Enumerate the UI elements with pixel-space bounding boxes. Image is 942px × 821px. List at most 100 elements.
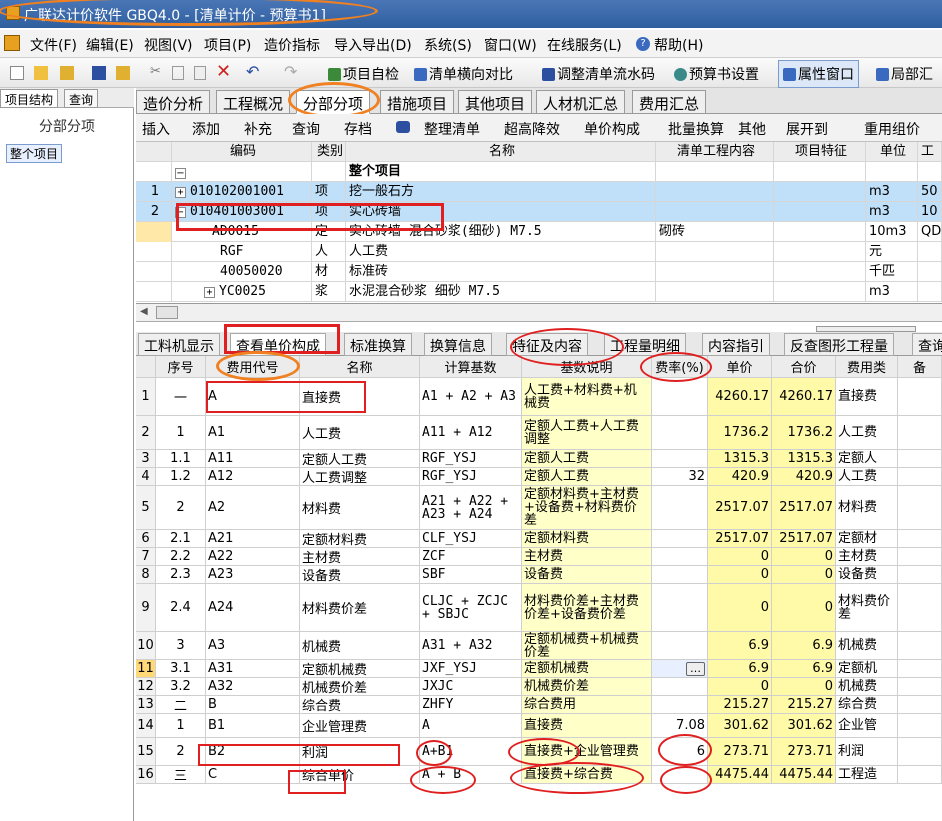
table-cell[interactable]: 215.27 — [772, 696, 836, 714]
table-cell[interactable]: 二 — [156, 696, 206, 714]
table-cell[interactable]: 主材费 — [522, 548, 652, 566]
table-cell[interactable]: A21 — [206, 530, 300, 548]
table-cell[interactable]: 定额机械费+机械费价差 — [522, 632, 652, 660]
table-cell[interactable]: 利润 — [836, 738, 898, 766]
table-cell[interactable]: 2.4 — [156, 584, 206, 632]
table-cell[interactable]: A11 + A12 — [420, 416, 522, 450]
table-cell[interactable] — [898, 548, 942, 566]
insert-button[interactable]: 插入 — [142, 119, 170, 139]
table-cell[interactable]: 机械费 — [836, 678, 898, 696]
table-cell[interactable]: JXJC — [420, 678, 522, 696]
budget-settings-button[interactable]: 预算书设置 — [674, 64, 759, 84]
table-cell[interactable]: 机械费 — [300, 632, 420, 660]
horizontal-scrollbar[interactable]: ◀ — [136, 304, 942, 322]
tab-standard-convert[interactable]: 标准换算 — [344, 333, 412, 356]
table-cell[interactable]: 综合费 — [300, 696, 420, 714]
table-cell[interactable] — [898, 566, 942, 584]
expand-icon[interactable]: + — [204, 287, 215, 298]
table-cell[interactable] — [652, 530, 708, 548]
supplement-button[interactable]: 补充 — [244, 119, 272, 139]
super-high-button[interactable]: 超高降效 — [504, 119, 560, 139]
table-cell[interactable]: A23 — [206, 566, 300, 584]
table-cell[interactable]: 4260.17 — [772, 378, 836, 416]
table-cell[interactable]: 1 — [156, 714, 206, 738]
save-all-icon[interactable] — [116, 66, 130, 80]
tab-project-structure[interactable]: 项目结构 — [0, 89, 59, 108]
menu-view[interactable]: 视图(V) — [144, 35, 193, 55]
folder-icon[interactable] — [60, 66, 74, 80]
table-cell[interactable]: A24 — [206, 584, 300, 632]
table-cell[interactable]: 设备费 — [522, 566, 652, 584]
table-cell[interactable]: 2517.07 — [772, 530, 836, 548]
table-cell[interactable]: ZHFY — [420, 696, 522, 714]
table-cell[interactable] — [898, 486, 942, 530]
table-cell[interactable]: 综合费用 — [522, 696, 652, 714]
table-cell[interactable]: 三 — [156, 766, 206, 784]
table-cell[interactable]: 定额材料费+主材费+设备费+材料费价差 — [522, 486, 652, 530]
unit-price-composition-button[interactable]: 单价构成 — [584, 119, 640, 139]
partial-summary-button[interactable]: 局部汇 — [876, 64, 933, 84]
table-cell[interactable]: 材料费价差+主材费价差+设备费价差 — [522, 584, 652, 632]
table-cell[interactable]: 0 — [708, 678, 772, 696]
adjust-serial-button[interactable]: 调整清单流水码 — [542, 64, 655, 84]
list-compare-button[interactable]: 清单横向对比 — [414, 64, 513, 84]
table-cell[interactable] — [652, 486, 708, 530]
table-cell[interactable]: A31 — [206, 660, 300, 678]
table-cell[interactable]: A12 — [206, 468, 300, 486]
table-cell[interactable]: SBF — [420, 566, 522, 584]
table-cell[interactable]: 人工费 — [836, 468, 898, 486]
table-cell[interactable]: 3 — [156, 632, 206, 660]
table-cell[interactable]: 一 — [156, 378, 206, 416]
table-cell[interactable]: 4475.44 — [708, 766, 772, 784]
batch-convert-button[interactable]: 批量换算 — [668, 119, 724, 139]
new-icon[interactable] — [10, 66, 24, 80]
table-cell[interactable]: 0 — [708, 566, 772, 584]
table-cell[interactable] — [652, 696, 708, 714]
table-cell[interactable]: 工程造 — [836, 766, 898, 784]
table-cell[interactable]: A21 + A22 + A23 + A24 — [420, 486, 522, 530]
table-cell[interactable]: 1315.3 — [772, 450, 836, 468]
table-cell[interactable]: 1.2 — [156, 468, 206, 486]
add-button[interactable]: 添加 — [192, 119, 220, 139]
table-cell[interactable]: 6.9 — [708, 660, 772, 678]
table-cell[interactable]: 2 — [156, 486, 206, 530]
menu-import-export[interactable]: 导入导出(D) — [334, 35, 412, 55]
table-cell[interactable]: 2.3 — [156, 566, 206, 584]
tab-query-bottom[interactable]: 查询 — [912, 333, 942, 356]
tab-labor-material[interactable]: 人材机汇总 — [536, 90, 626, 114]
table-cell[interactable]: 1315.3 — [708, 450, 772, 468]
table-cell[interactable]: 企业管理费 — [300, 714, 420, 738]
property-window-button[interactable]: 属性窗口 — [778, 60, 859, 88]
table-cell[interactable]: 2.2 — [156, 548, 206, 566]
menu-help[interactable]: 帮助(H) — [654, 35, 703, 55]
table-cell[interactable]: CLJC + ZCJC + SBJC — [420, 584, 522, 632]
open-icon[interactable] — [34, 66, 48, 80]
table-cell[interactable] — [898, 378, 942, 416]
table-cell[interactable]: 主材费 — [300, 548, 420, 566]
table-cell[interactable]: B1 — [206, 714, 300, 738]
organize-list-button[interactable]: 整理清单 — [424, 119, 480, 139]
tab-cost-summary[interactable]: 费用汇总 — [632, 90, 707, 114]
table-cell[interactable]: 420.9 — [708, 468, 772, 486]
table-cell[interactable]: 人工费 — [836, 416, 898, 450]
copy-icon[interactable] — [172, 66, 184, 80]
menu-cost-index[interactable]: 造价指标 — [264, 35, 320, 55]
archive-button[interactable]: 存档 — [344, 119, 372, 139]
table-cell[interactable]: 设备费 — [836, 566, 898, 584]
table-cell[interactable]: 3.1 — [156, 660, 206, 678]
table-cell[interactable] — [898, 468, 942, 486]
table-cell[interactable] — [898, 450, 942, 468]
table-cell[interactable]: 材料费 — [300, 486, 420, 530]
scroll-left-icon[interactable]: ◀ — [140, 306, 148, 317]
table-cell[interactable] — [898, 416, 942, 450]
table-cell[interactable]: 机械费 — [836, 632, 898, 660]
table-row[interactable]: − 整个项目 — [136, 162, 942, 182]
table-cell[interactable]: 材料费价差 — [836, 584, 898, 632]
table-cell[interactable] — [652, 450, 708, 468]
table-cell[interactable]: 定额机 — [836, 660, 898, 678]
table-row[interactable]: 1 +010102001001 项 挖一般石方 m3 50 — [136, 182, 942, 202]
table-cell[interactable]: 材料费价差 — [300, 584, 420, 632]
table-cell[interactable] — [652, 378, 708, 416]
table-cell[interactable]: … — [652, 660, 708, 678]
table-cell[interactable]: 1.1 — [156, 450, 206, 468]
